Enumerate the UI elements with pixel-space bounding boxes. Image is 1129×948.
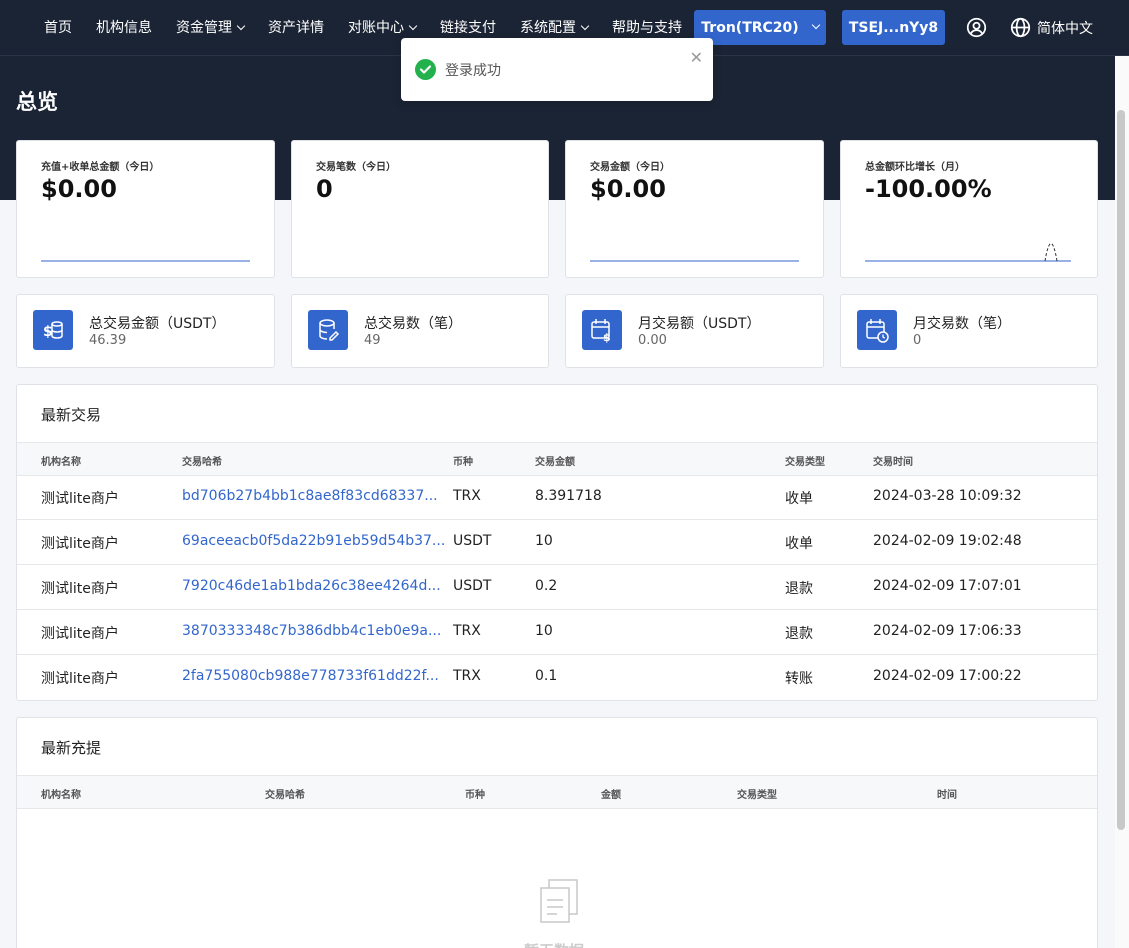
summary-label: 总交易金额（USDT） (89, 316, 226, 332)
sparkline (41, 260, 250, 262)
dollar-coins-icon: $ (33, 310, 73, 350)
calendar-clock-icon (857, 310, 897, 350)
column-header: 金额 (601, 790, 621, 801)
summary-value: 46.39 (89, 333, 127, 348)
summary-card-total-count: 总交易数（笔） 49 (291, 294, 549, 368)
summary-card-total-amount: $ 总交易金额（USDT） 46.39 (16, 294, 275, 368)
tx-hash-link[interactable]: bd706b27b4bb1c8ae8f83cd68337... (182, 488, 438, 504)
page-title: 总览 (16, 90, 58, 114)
column-header: 交易类型 (737, 790, 777, 801)
nav-fund-management[interactable]: 资金管理 (176, 18, 246, 38)
column-header: 币种 (453, 457, 473, 468)
svg-text:$: $ (603, 331, 611, 344)
stat-label: 总金额环比增长（月） (865, 162, 965, 173)
stat-card-total-amount: 充值+收单总金额（今日） $0.00 (16, 140, 275, 278)
chevron-down-icon (236, 21, 246, 31)
globe-icon (1010, 17, 1031, 38)
scrollbar-thumb[interactable] (1117, 110, 1125, 830)
column-header: 币种 (465, 790, 485, 801)
section-title: 最新充提 (41, 739, 102, 757)
chevron-down-icon (580, 21, 590, 31)
column-header: 交易类型 (785, 457, 825, 468)
stat-value: 0 (316, 175, 333, 203)
column-header: 交易时间 (873, 457, 913, 468)
table-row: 测试lite商户 bd706b27b4bb1c8ae8f83cd68337...… (17, 475, 1097, 520)
summary-value: 49 (364, 333, 381, 348)
table-header: 机构名称 交易哈希 币种 金额 交易类型 时间 (17, 775, 1097, 809)
wallet-address-button[interactable]: TSEJ...nYy8 (842, 10, 945, 45)
column-header: 交易哈希 (182, 457, 222, 468)
user-circle-icon[interactable] (966, 17, 987, 38)
stat-label: 交易笔数（今日） (316, 162, 396, 173)
table-row: 测试lite商户 2fa755080cb988e778733f61dd22f..… (41, 668, 1022, 687)
summary-value: 0 (913, 333, 922, 348)
sparkline (865, 243, 1071, 262)
latest-deposits-panel: 最新充提 机构名称 交易哈希 币种 金额 交易类型 时间 暂无数据 (16, 717, 1098, 948)
summary-value: 0.00 (638, 333, 667, 348)
summary-label: 总交易数（笔） (364, 316, 462, 332)
tx-hash-link[interactable]: 69aceeacb0f5da22b91eb59d54b37... (182, 533, 445, 549)
stat-value: $0.00 (590, 175, 666, 203)
latest-transactions-panel: 最新交易 机构名称 交易哈希 币种 交易金额 交易类型 交易时间 测试lite商… (16, 384, 1098, 701)
check-circle-icon (415, 59, 436, 80)
nav-home[interactable]: 首页 (44, 18, 72, 38)
empty-state-text: 暂无数据 (524, 940, 584, 948)
toast-notification: 登录成功 ✕ (401, 38, 713, 101)
tx-hash-link[interactable]: 7920c46de1ab1bda26c38ee4264d... (182, 578, 441, 594)
table-row: 测试lite商户 69aceeacb0f5da22b91eb59d54b37..… (17, 520, 1097, 565)
stat-card-tx-amount: 交易金额（今日） $0.00 (565, 140, 824, 278)
summary-label: 月交易额（USDT） (638, 316, 761, 332)
column-header: 交易金额 (535, 457, 575, 468)
language-switch[interactable]: 简体中文 (1010, 17, 1093, 38)
stat-label: 充值+收单总金额（今日） (41, 162, 160, 173)
chevron-down-icon (408, 21, 418, 31)
table-row: 测试lite商户 7920c46de1ab1bda26c38ee4264d...… (17, 565, 1097, 610)
stat-card-tx-count: 交易笔数（今日） 0 (291, 140, 549, 278)
stat-card-growth: 总金额环比增长（月） -100.00% (840, 140, 1098, 278)
database-edit-icon (308, 310, 348, 350)
stat-value: -100.00% (865, 175, 992, 203)
section-title: 最新交易 (41, 406, 102, 424)
summary-label: 月交易数（笔） (913, 316, 1011, 332)
table-header: 机构名称 交易哈希 币种 交易金额 交易类型 交易时间 (17, 442, 1097, 476)
nav-asset-details[interactable]: 资产详情 (268, 18, 324, 38)
nav-system-config[interactable]: 系统配置 (520, 18, 590, 38)
nav-reconciliation[interactable]: 对账中心 (348, 18, 418, 38)
table-row: 测试lite商户 3870333348c7b386dbb4c1eb0e9a...… (17, 610, 1097, 655)
chevron-down-icon (811, 20, 820, 29)
column-header: 时间 (937, 790, 957, 801)
stat-label: 交易金额（今日） (590, 162, 670, 173)
sparkline (590, 260, 799, 262)
summary-card-monthly-count: 月交易数（笔） 0 (840, 294, 1098, 368)
column-header: 交易哈希 (265, 790, 305, 801)
toast-message: 登录成功 (445, 63, 501, 79)
column-header: 机构名称 (41, 457, 81, 468)
tx-hash-link[interactable]: 3870333348c7b386dbb4c1eb0e9a... (182, 623, 441, 639)
network-select-button[interactable]: Tron(TRC20) (694, 10, 826, 45)
nav-link-payment[interactable]: 链接支付 (440, 18, 496, 38)
calendar-dollar-icon: $ (582, 310, 622, 350)
close-icon[interactable]: ✕ (690, 48, 703, 67)
stat-value: $0.00 (41, 175, 117, 203)
tx-hash-link[interactable]: 2fa755080cb988e778733f61dd22f... (182, 668, 439, 684)
column-header: 机构名称 (41, 790, 81, 801)
empty-documents-icon (540, 879, 578, 923)
summary-card-monthly-amount: $ 月交易额（USDT） 0.00 (565, 294, 824, 368)
nav-help-support[interactable]: 帮助与支持 (612, 18, 682, 38)
nav-org-info[interactable]: 机构信息 (96, 18, 152, 38)
